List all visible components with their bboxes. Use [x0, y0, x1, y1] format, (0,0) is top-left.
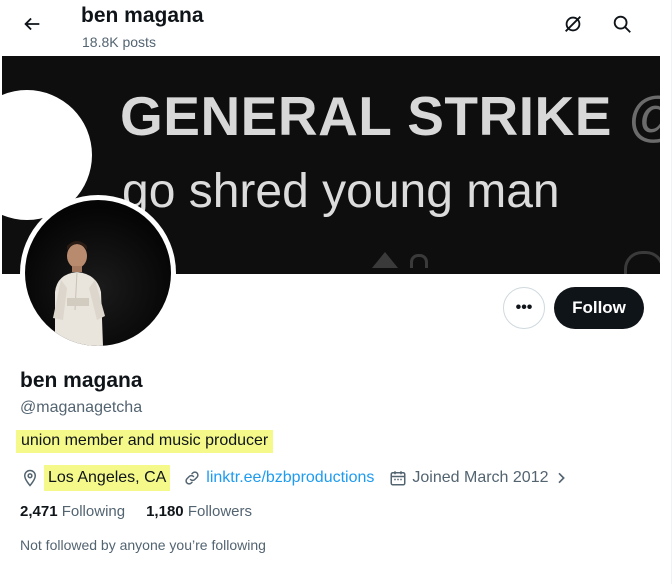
profile-handle: @maganagetcha [20, 399, 143, 416]
banner-repost-shape [372, 252, 398, 268]
avatar[interactable] [20, 195, 176, 351]
back-button[interactable] [14, 8, 50, 44]
followers-stat[interactable]: 1,180 Followers [146, 503, 252, 520]
arrow-left-icon [21, 13, 43, 40]
location-item: Los Angeles, CA [20, 465, 171, 491]
banner-heart-shape [624, 251, 660, 274]
follow-button[interactable]: Follow [554, 287, 644, 329]
banner-repost-shape-2 [410, 254, 428, 268]
banner-text-line2: go shred young man [122, 165, 560, 218]
profile-bio: union member and music producer [16, 430, 274, 453]
search-icon [611, 13, 633, 40]
top-bar: ben magana 18.8K posts [0, 0, 671, 56]
profile-name: ben magana [20, 369, 143, 392]
more-options-button[interactable]: ••• [503, 287, 545, 329]
calendar-icon [388, 468, 408, 488]
location-text: Los Angeles, CA [44, 465, 171, 491]
profile-link[interactable]: linktr.ee/bzbproductions [206, 469, 374, 487]
chevron-right-icon[interactable] [551, 468, 571, 488]
joined-date: Joined March 2012 [412, 469, 549, 486]
following-stat[interactable]: 2,471 Following [20, 503, 125, 520]
profile-page: ben magana 18.8K posts GENERAL STRIKE @f… [0, 0, 672, 584]
avatar-photo [25, 200, 171, 346]
search-button[interactable] [604, 8, 640, 44]
header-post-count: 18.8K posts [82, 34, 156, 50]
grok-button[interactable] [555, 8, 591, 44]
grok-icon [562, 13, 584, 40]
not-followed-note: Not followed by anyone you’re following [20, 537, 266, 553]
follow-stats: 2,471 Following 1,180 Followers [20, 503, 273, 520]
joined-item: Joined March 2012 [388, 468, 574, 488]
link-icon [182, 468, 202, 488]
banner-text-line1: GENERAL STRIKE @f [120, 85, 660, 147]
profile-meta: Los Angeles, CA linktr.ee/bzbproductions… [20, 464, 575, 492]
link-item[interactable]: linktr.ee/bzbproductions [182, 468, 374, 488]
header-name: ben magana [81, 4, 204, 27]
location-pin-icon [20, 468, 40, 488]
